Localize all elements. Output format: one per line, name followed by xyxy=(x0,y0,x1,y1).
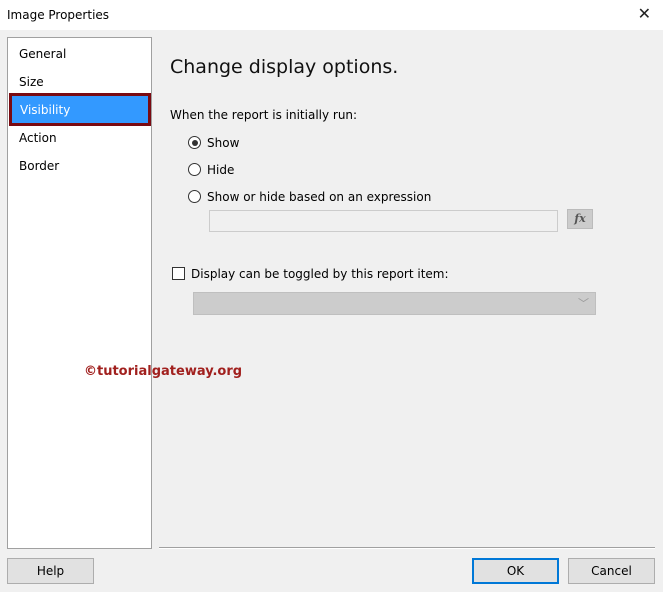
radio-expression-label[interactable]: Show or hide based on an expression xyxy=(207,190,431,204)
radio-show-label[interactable]: Show xyxy=(207,136,239,150)
ok-button[interactable]: OK xyxy=(472,558,559,584)
page-title: Change display options. xyxy=(170,56,399,78)
nav-item-action[interactable]: Action xyxy=(8,123,151,151)
toggle-checkbox[interactable] xyxy=(172,267,185,280)
radio-expression[interactable] xyxy=(188,190,201,203)
watermark: ©tutorialgateway.org xyxy=(84,364,243,379)
window-title: Image Properties xyxy=(7,8,110,22)
toggle-label[interactable]: Display can be toggled by this report it… xyxy=(191,267,449,281)
radio-hide-label[interactable]: Hide xyxy=(207,163,234,177)
nav-item-visibility[interactable]: Visibility xyxy=(9,93,151,126)
toggle-item-select[interactable]: ﹀ xyxy=(193,292,596,315)
radio-show[interactable] xyxy=(188,136,201,149)
nav-list: General Size Visibility Action Border xyxy=(7,37,152,549)
close-icon[interactable]: ✕ xyxy=(638,4,651,23)
title-bar: Image Properties ✕ xyxy=(0,0,663,30)
initial-run-label: When the report is initially run: xyxy=(170,108,358,122)
nav-item-general[interactable]: General xyxy=(8,39,151,67)
radio-hide[interactable] xyxy=(188,163,201,176)
chevron-down-icon: ﹀ xyxy=(578,297,589,310)
expression-input[interactable] xyxy=(209,210,558,232)
nav-item-size[interactable]: Size xyxy=(8,67,151,95)
divider xyxy=(159,547,655,549)
expression-fx-button[interactable]: fx xyxy=(567,209,593,229)
nav-item-border[interactable]: Border xyxy=(8,151,151,179)
cancel-button[interactable]: Cancel xyxy=(568,558,655,584)
help-button[interactable]: Help xyxy=(7,558,94,584)
